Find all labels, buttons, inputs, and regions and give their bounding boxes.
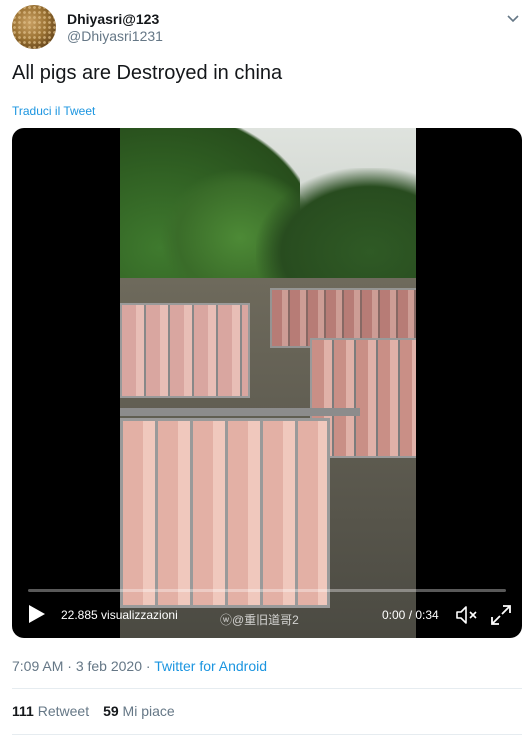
fullscreen-icon[interactable] (490, 604, 512, 626)
display-name[interactable]: Dhiyasri@123 (67, 11, 163, 27)
client-link[interactable]: Twitter for Android (154, 658, 267, 674)
tweet-meta: 7:09 AM · 3 feb 2020 · Twitter for Andro… (12, 658, 267, 674)
tweet-stats: 111 Retweet 59 Mi piace (12, 703, 175, 719)
volume-muted-icon[interactable] (455, 604, 479, 626)
likes-label: Mi piace (122, 703, 175, 719)
user-handle[interactable]: @Dhiyasri1231 (67, 27, 163, 45)
retweets-count: 111 (12, 703, 34, 719)
tweet-header: Dhiyasri@123 @Dhiyasri1231 (12, 5, 522, 51)
tweet-text: All pigs are Destroyed in china (12, 62, 283, 84)
translate-tweet-link[interactable]: Traduci il Tweet (12, 104, 95, 118)
chevron-down-icon[interactable] (506, 11, 520, 25)
video-controls: 22.885 visualizzazioni ⓦ@重旧道哥2 0:00 / 0:… (12, 594, 522, 638)
video-frame[interactable] (120, 128, 416, 638)
meta-separator: · (142, 658, 155, 674)
video-player[interactable]: 22.885 visualizzazioni ⓦ@重旧道哥2 0:00 / 0:… (12, 128, 522, 638)
divider (12, 688, 522, 689)
video-time: 0:00 / 0:34 (382, 608, 439, 622)
likes-count: 59 (103, 703, 119, 719)
retweets-label: Retweet (37, 703, 90, 719)
retweets-stat[interactable]: 111 Retweet (12, 703, 89, 719)
user-info[interactable]: Dhiyasri@123 @Dhiyasri1231 (67, 11, 163, 45)
play-icon[interactable] (28, 604, 46, 624)
likes-stat[interactable]: 59 Mi piace (103, 703, 175, 719)
tweet-time[interactable]: 7:09 AM (12, 658, 63, 674)
tweet-date[interactable]: 3 feb 2020 (76, 658, 142, 674)
view-count: 22.885 visualizzazioni (61, 608, 178, 622)
video-watermark: ⓦ@重旧道哥2 (220, 613, 299, 627)
meta-separator: · (63, 658, 76, 674)
avatar[interactable] (12, 5, 56, 49)
video-progress-bar[interactable] (28, 589, 506, 592)
